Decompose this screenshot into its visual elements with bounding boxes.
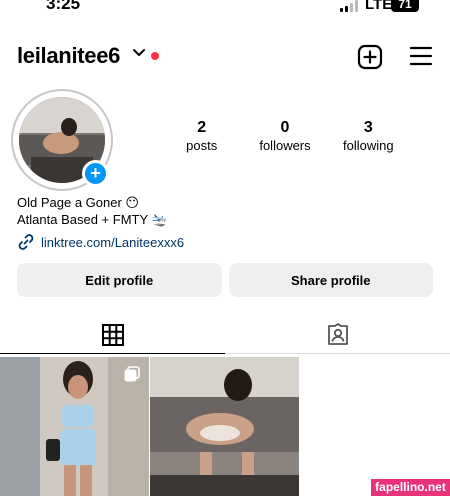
bio: Old Page a Goner 😶 Atlanta Based + FMTY … (17, 194, 168, 228)
link-text[interactable]: linktree.com/Laniteexxx6 (41, 235, 184, 250)
edit-profile-button[interactable]: Edit profile (17, 263, 222, 297)
followers-label: followers (259, 138, 311, 153)
menu-icon[interactable] (409, 46, 433, 66)
profile-tabs (0, 316, 450, 354)
bio-link[interactable]: linktree.com/Laniteexxx6 (17, 233, 184, 251)
notification-dot (151, 52, 159, 60)
multiple-photos-icon (124, 366, 140, 382)
tab-tagged[interactable] (225, 316, 450, 353)
bio-line-1: Old Page a Goner 😶 (17, 195, 139, 210)
stat-followers[interactable]: 0 followers (243, 119, 326, 154)
post-thumbnail[interactable] (0, 357, 149, 496)
share-profile-button[interactable]: Share profile (228, 263, 433, 297)
status-bar: 3:25 LTE 71 (0, 0, 450, 20)
watermark: fapellino.net (371, 479, 450, 496)
profile-stats: 2 posts 0 followers 3 following (160, 119, 410, 154)
battery-icon: 71 (391, 0, 419, 12)
grid-icon (101, 323, 124, 346)
posts-label: posts (186, 138, 218, 153)
username[interactable]: leilanitee6 (17, 43, 120, 69)
following-label: following (343, 138, 394, 153)
profile-header: leilanitee6 (0, 40, 450, 74)
new-post-icon[interactable] (357, 44, 383, 70)
posts-grid (0, 357, 450, 496)
post-image (150, 357, 299, 496)
signal-icon (340, 0, 358, 12)
status-time: 3:25 (46, 0, 81, 13)
add-story-button[interactable]: + (82, 160, 109, 187)
link-icon (18, 234, 34, 250)
stat-posts[interactable]: 2 posts (160, 119, 243, 154)
following-count: 3 (363, 119, 373, 136)
tab-posts-grid[interactable] (0, 316, 225, 354)
network-label: LTE (365, 0, 393, 13)
post-thumbnail[interactable] (150, 357, 299, 496)
chevron-down-icon[interactable] (133, 48, 145, 58)
posts-count: 2 (197, 119, 207, 136)
followers-count: 0 (280, 119, 290, 136)
profile-actions: Edit profile Share profile (17, 263, 433, 297)
stat-following[interactable]: 3 following (327, 119, 410, 154)
tagged-icon (327, 322, 348, 345)
bio-line-2: Atlanta Based + FMTY 🛬 (17, 212, 168, 227)
